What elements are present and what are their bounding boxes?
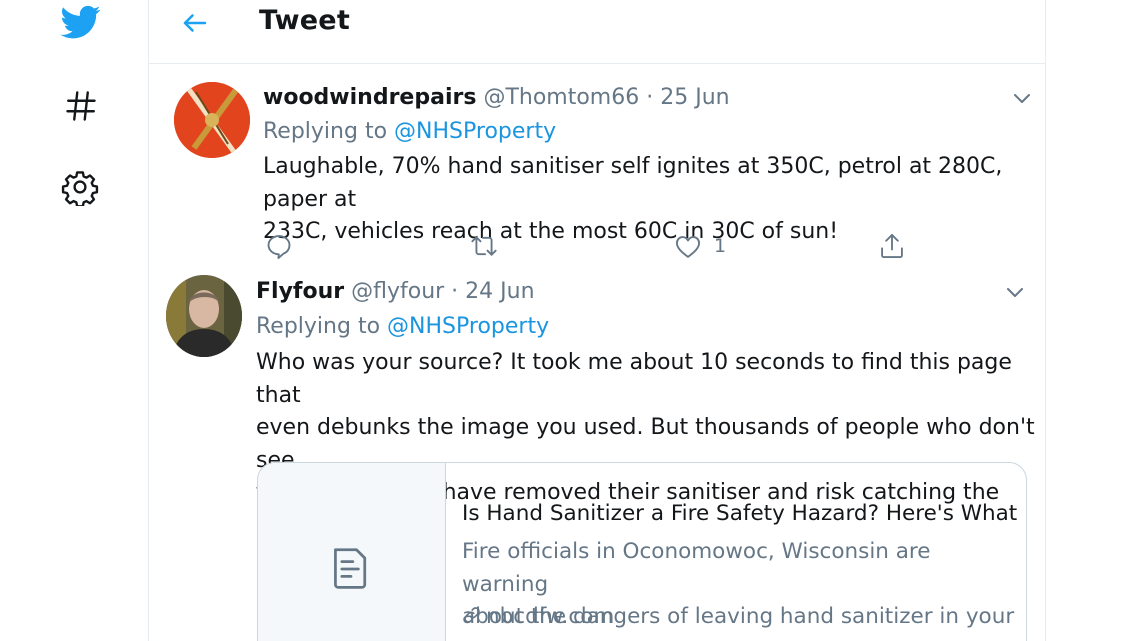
replying-to-label: Replying to <box>263 119 395 144</box>
author-handle[interactable]: @Thomtom66 <box>483 85 639 110</box>
tweet-text-line: Laughable, 70% hand sanitiser self ignit… <box>263 154 1003 212</box>
avatar[interactable] <box>174 82 250 158</box>
separator-dot: · <box>444 279 466 304</box>
tweet-text: Laughable, 70% hand sanitiser self ignit… <box>263 151 1033 249</box>
retweet-icon[interactable] <box>470 232 498 260</box>
author-handle[interactable]: @flyfour <box>351 279 444 304</box>
author-name[interactable]: Flyfour <box>256 279 344 304</box>
tweet-header: woodwindrepairs @Thomtom66 · 25 Jun <box>263 85 730 110</box>
card-domain: nbcdfw.com <box>462 604 614 629</box>
separator-dot: · <box>639 85 661 110</box>
replying-to-label: Replying to <box>256 314 388 339</box>
card-description-line: Fire officials in Oconomowoc, Wisconsin … <box>462 539 931 597</box>
tweet-text-line: 233C, vehicles reach at the most 60C in … <box>263 219 839 244</box>
chevron-down-icon[interactable] <box>1005 285 1025 299</box>
card-domain-text: nbcdfw.com <box>486 604 615 629</box>
share-icon[interactable] <box>878 232 906 260</box>
tweet-header: Flyfour @flyfour · 24 Jun <box>256 279 535 304</box>
gear-icon[interactable] <box>61 168 99 206</box>
tweet-text-line: Who was your source? It took me about 10… <box>256 350 1012 408</box>
author-name[interactable]: woodwindrepairs <box>263 85 476 110</box>
column-divider-right <box>1045 0 1046 641</box>
card-title: Is Hand Sanitizer a Fire Safety Hazard? … <box>462 501 1027 526</box>
back-arrow-icon[interactable] <box>180 8 210 38</box>
like-count: 1 <box>714 235 727 257</box>
twitter-logo-icon[interactable] <box>58 2 104 42</box>
link-icon <box>464 607 480 623</box>
replying-to: Replying to @NHSProperty <box>256 314 549 339</box>
left-navigation <box>0 0 148 641</box>
tweet-date[interactable]: 25 Jun <box>660 85 729 110</box>
hashtag-icon[interactable] <box>63 88 99 124</box>
replying-to-mention[interactable]: @NHSProperty <box>387 314 549 339</box>
reply-icon[interactable] <box>265 232 293 260</box>
like-icon[interactable] <box>674 233 702 261</box>
avatar[interactable] <box>166 275 242 357</box>
replying-to: Replying to @NHSProperty <box>263 119 556 144</box>
link-preview-card[interactable]: Is Hand Sanitizer a Fire Safety Hazard? … <box>257 462 1027 641</box>
chevron-down-icon[interactable] <box>1012 91 1032 105</box>
tweet-date[interactable]: 24 Jun <box>465 279 534 304</box>
document-icon <box>334 548 367 589</box>
replying-to-mention[interactable]: @NHSProperty <box>394 119 556 144</box>
card-thumbnail <box>258 463 446 641</box>
page-title: Tweet <box>259 5 350 36</box>
